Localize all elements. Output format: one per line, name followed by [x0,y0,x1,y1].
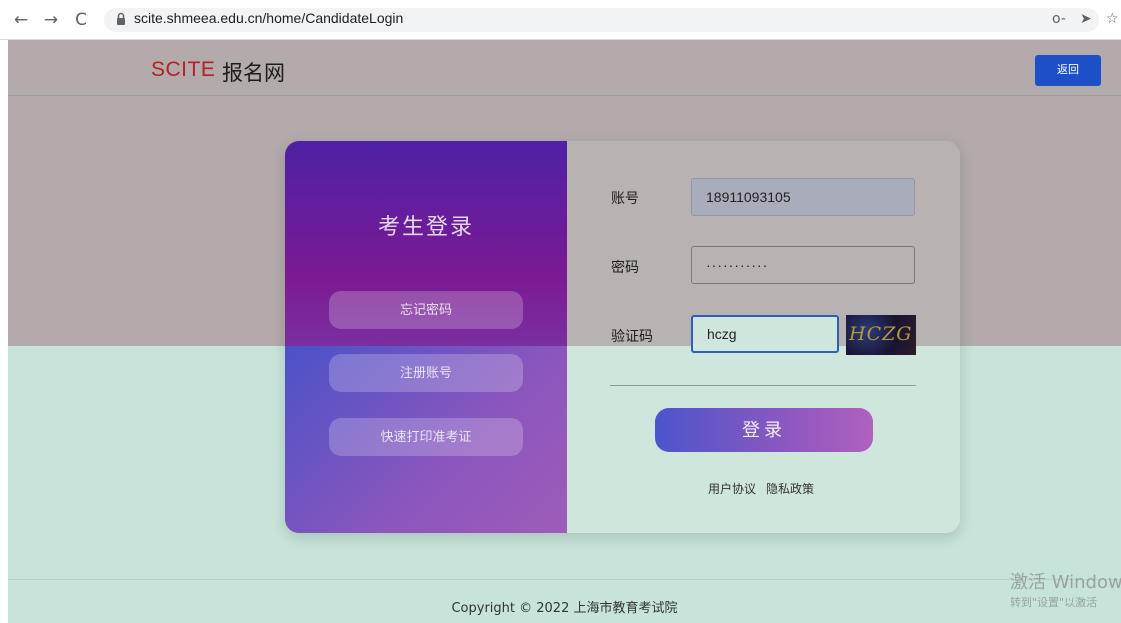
forgot-password-button[interactable]: 忘记密码 [329,291,523,329]
user-agreement-link[interactable]: 用户协议 [708,480,756,497]
form-divider [610,385,916,386]
captcha-image-text: HCZG [849,323,913,345]
activate-windows-hint: 转到"设置"以激活 [1010,596,1098,609]
back-arrow-icon[interactable]: ← [10,9,32,31]
forward-arrow-icon[interactable]: → [40,9,62,31]
return-button[interactable]: 返回 [1035,55,1101,86]
captcha-label: 验证码 [611,329,653,345]
send-icon[interactable]: ➤ [1080,11,1092,27]
site-footer: Copyright © 2022 上海市教育考试院 [8,579,1121,623]
logo-brand: SCITE [151,58,216,81]
captcha-input[interactable]: hczg [691,315,839,353]
site-header: SCITE 报名网 返回 [8,40,1121,96]
page-content: SCITE 报名网 返回 考生登录 忘记密码 注册账号 快速打印准考证 账号 1… [8,40,1121,623]
privacy-policy-link[interactable]: 隐私政策 [766,480,814,497]
key-icon[interactable]: o- [1052,11,1066,27]
logo-site-name: 报名网 [222,61,285,85]
register-account-button[interactable]: 注册账号 [329,354,523,392]
password-label: 密码 [611,260,639,276]
bookmark-star-icon[interactable]: ☆ [1106,11,1119,27]
url-text[interactable]: scite.shmeea.edu.cn/home/CandidateLogin [134,10,403,26]
account-label: 账号 [611,191,639,207]
copyright-text: Copyright © 2022 上海市教育考试院 [451,601,678,616]
lock-icon [117,12,125,25]
browser-toolbar: ← → C scite.shmeea.edu.cn/home/Candidate… [0,0,1121,40]
login-submit-button[interactable]: 登录 [655,408,873,452]
login-card: 考生登录 忘记密码 注册账号 快速打印准考证 账号 18911093105 密码… [285,141,960,533]
activate-windows-watermark: 激活 Windows [1010,572,1121,593]
login-title: 考生登录 [377,215,474,240]
password-input[interactable]: ··········· [691,246,915,284]
print-admission-ticket-button[interactable]: 快速打印准考证 [329,418,523,456]
captcha-image[interactable]: HCZG [846,315,916,355]
account-input[interactable]: 18911093105 [691,178,915,216]
reload-icon[interactable]: C [70,9,92,31]
